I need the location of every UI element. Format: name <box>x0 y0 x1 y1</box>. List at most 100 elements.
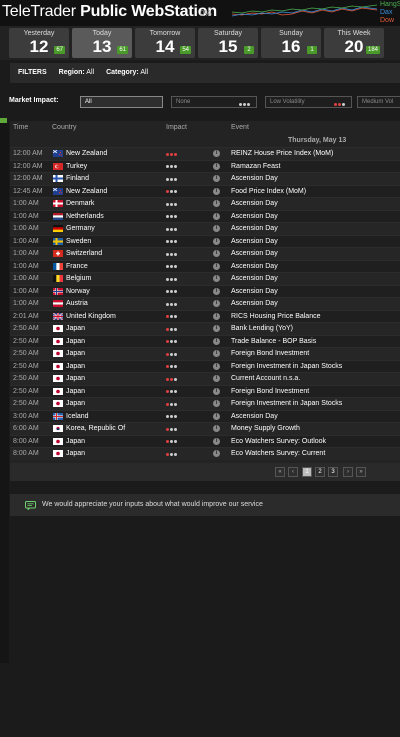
fi-flag-icon <box>53 175 63 182</box>
info-icon[interactable]: i <box>213 200 220 207</box>
header-time[interactable]: Time <box>13 124 28 131</box>
jp-flag-icon <box>53 437 63 445</box>
kr-flag-icon <box>53 425 63 432</box>
market-impact-filter: Market Impact: All None Low Volatility Medi… <box>0 94 400 110</box>
info-icon[interactable]: i <box>213 175 220 182</box>
row-event: Eco Watchers Survey: Outlook <box>231 437 327 445</box>
table-row[interactable]: 8:00 AM Japan i Eco Watchers Survey: Curren… <box>10 447 400 460</box>
table-row[interactable]: 2:01 AM United Kingdom i RICS Housing Price… <box>10 309 400 322</box>
info-icon[interactable]: i <box>213 362 220 370</box>
info-icon[interactable]: i <box>213 450 220 457</box>
impact-option[interactable]: Medium Vol <box>357 96 400 108</box>
row-event: Trade Balance - BOP Basis <box>231 337 317 345</box>
info-icon[interactable]: i <box>213 375 220 382</box>
info-icon[interactable]: i <box>213 225 220 232</box>
day-tab-count-badge: 61 <box>117 46 128 54</box>
filters-bar[interactable]: FILTERS Region: All Category: All <box>10 63 400 83</box>
table-row[interactable]: 2:50 AM Japan i Foreign Investment in Japan… <box>10 397 400 410</box>
impact-level-icon <box>166 351 178 358</box>
info-icon[interactable]: i <box>213 262 220 270</box>
previous-page-button[interactable]: ‹ <box>288 467 298 477</box>
impact-level-icon <box>166 451 178 458</box>
table-row[interactable]: 2:50 AM Japan i Current Account n.s.a. <box>10 372 400 385</box>
info-icon[interactable]: i <box>213 425 220 432</box>
info-icon[interactable]: i <box>213 325 220 332</box>
info-icon[interactable]: i <box>213 150 220 157</box>
row-country: Korea, Republic Of <box>66 425 126 432</box>
table-row[interactable]: 2:50 AM Japan i Foreign Investment in Japan… <box>10 359 400 372</box>
table-row[interactable]: 12:00 AM New Zealand i REINZ House Price In… <box>10 147 400 160</box>
info-icon[interactable]: i <box>213 300 220 307</box>
brand-logo[interactable]: TeleTrader Public WebStation <box>2 3 217 21</box>
table-row[interactable]: 1:00 AM Sweden i Ascension Day <box>10 234 400 247</box>
info-icon[interactable]: i <box>213 350 220 357</box>
table-row[interactable]: 1:00 AM Switzerland i Ascension Day <box>10 247 400 260</box>
info-icon[interactable]: i <box>213 400 220 407</box>
impact-option[interactable]: None <box>171 96 257 108</box>
row-time: 8:00 AM <box>13 450 39 457</box>
row-country: Switzerland <box>66 250 103 257</box>
table-row[interactable]: 1:00 AM Netherlands i Ascension Day <box>10 209 400 222</box>
info-icon[interactable]: i <box>213 212 220 220</box>
table-row[interactable]: 2:50 AM Japan i Foreign Bond Investment <box>10 384 400 397</box>
row-time: 3:00 AM <box>13 412 39 420</box>
info-icon[interactable]: i <box>213 275 220 282</box>
feedback-link[interactable]: We would appreciate your inputs about wh… <box>42 501 263 508</box>
info-icon[interactable]: i <box>213 287 220 295</box>
index-legend-item: Dax <box>380 9 393 16</box>
info-icon[interactable]: i <box>213 387 220 395</box>
index-change-percent: 0% <box>200 9 212 18</box>
header-impact[interactable]: Impact <box>166 124 187 131</box>
table-row[interactable]: 12:00 AM Turkey i Ramazan Feast <box>10 159 400 172</box>
day-tab[interactable]: Saturday 15 2 <box>198 28 258 58</box>
impact-option[interactable]: All <box>80 96 163 108</box>
row-time: 1:00 AM <box>13 275 39 282</box>
first-page-button[interactable]: « <box>275 467 285 477</box>
table-row[interactable]: 12:00 AM Finland i Ascension Day <box>10 172 400 185</box>
table-row[interactable]: 2:50 AM Japan i Trade Balance - BOP Basis <box>10 334 400 347</box>
table-row[interactable]: 12:45 AM New Zealand i Food Price Index (Mo… <box>10 184 400 197</box>
header-event[interactable]: Event <box>231 124 249 131</box>
table-row[interactable]: 1:00 AM Austria i Ascension Day <box>10 297 400 310</box>
day-tab[interactable]: This Week 20 184 <box>324 28 384 58</box>
impact-level-icon <box>166 289 178 296</box>
info-icon[interactable]: i <box>213 250 220 257</box>
row-country: New Zealand <box>66 187 108 195</box>
table-row[interactable]: 1:00 AM France i Ascension Day <box>10 259 400 272</box>
row-time: 1:00 AM <box>13 250 39 257</box>
table-row[interactable]: 2:50 AM Japan i Foreign Bond Investment <box>10 347 400 360</box>
info-icon[interactable]: i <box>213 337 220 345</box>
info-icon[interactable]: i <box>213 237 220 245</box>
table-row[interactable]: 3:00 AM Iceland i Ascension Day <box>10 409 400 422</box>
day-tab[interactable]: Sunday 16 1 <box>261 28 321 58</box>
last-page-button[interactable]: » <box>356 467 366 477</box>
table-row[interactable]: 2:50 AM Japan i Bank Lending (YoY) <box>10 322 400 335</box>
next-page-button[interactable]: › <box>343 467 353 477</box>
impact-level-icon <box>166 176 178 183</box>
impact-option[interactable]: Low Volatility <box>265 96 352 108</box>
info-icon[interactable]: i <box>213 312 220 320</box>
page-2-button[interactable]: 2 <box>315 467 325 477</box>
region-value[interactable]: All <box>86 69 94 76</box>
info-icon[interactable]: i <box>213 437 220 445</box>
day-tab[interactable]: Today 13 61 <box>72 28 132 58</box>
table-row[interactable]: 1:00 AM Denmark i Ascension Day <box>10 197 400 210</box>
table-row[interactable]: 1:00 AM Belgium i Ascension Day <box>10 272 400 285</box>
day-tab[interactable]: Yesterday 12 67 <box>9 28 69 58</box>
app-header: TeleTrader Public WebStation 0% HangS Dax… <box>0 0 400 26</box>
market-impact-label: Market Impact: <box>9 97 59 104</box>
table-row[interactable]: 8:00 AM Japan i Eco Watchers Survey: Outloo… <box>10 434 400 447</box>
info-icon[interactable]: i <box>213 162 220 170</box>
row-time: 1:00 AM <box>13 262 39 270</box>
page-1-button[interactable]: 1 <box>302 467 312 477</box>
sidebar-strip <box>0 123 9 663</box>
day-tab[interactable]: Tomorrow 14 54 <box>135 28 195 58</box>
info-icon[interactable]: i <box>213 187 220 195</box>
category-value[interactable]: All <box>140 69 148 76</box>
page-3-button[interactable]: 3 <box>328 467 338 477</box>
info-icon[interactable]: i <box>213 412 220 420</box>
table-row[interactable]: 1:00 AM Germany i Ascension Day <box>10 222 400 235</box>
table-row[interactable]: 1:00 AM Norway i Ascension Day <box>10 284 400 297</box>
table-row[interactable]: 6:00 AM Korea, Republic Of i Money Supply G… <box>10 422 400 435</box>
header-country[interactable]: Country <box>52 124 77 131</box>
